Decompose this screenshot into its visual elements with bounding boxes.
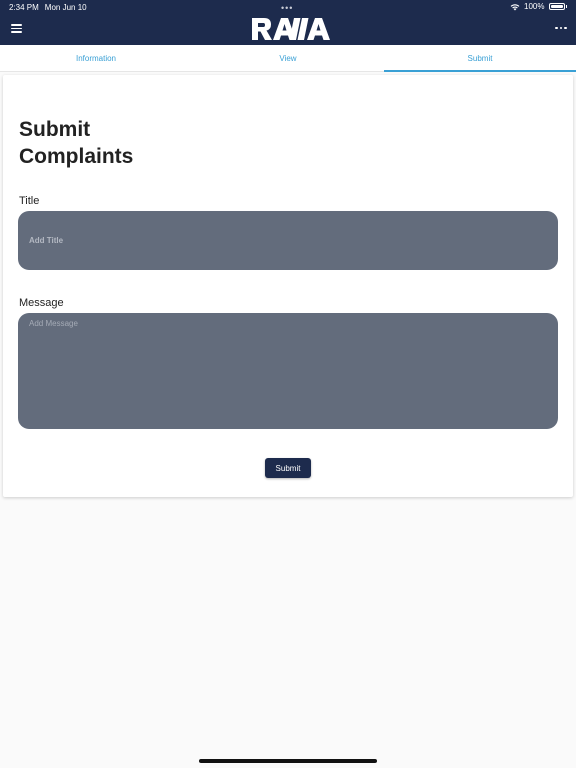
home-indicator[interactable] [199,759,377,763]
status-date: Mon Jun 10 [44,3,87,12]
tab-submit[interactable]: Submit [384,45,576,72]
more-horizontal-icon[interactable] [555,26,567,30]
complaint-form-card: Submit Complaints Title Message Submit [3,75,573,497]
app-header: 2:34 PM Mon Jun 10 ••• 100% [0,0,576,45]
message-input[interactable] [18,313,558,429]
battery-percentage: 100% [524,2,545,11]
status-bar-right: 100% [510,2,567,11]
multitasking-dots[interactable]: ••• [281,3,293,13]
status-bar-left: 2:34 PM Mon Jun 10 [9,3,87,12]
page-title: Submit Complaints [19,118,134,168]
tab-bar: Information View Submit [0,45,576,72]
status-time: 2:34 PM [9,3,39,12]
tab-view[interactable]: View [192,45,384,71]
wifi-icon [510,3,520,10]
tab-information[interactable]: Information [0,45,192,71]
message-label: Message [19,297,64,309]
raya-logo [252,18,330,40]
battery-icon [548,3,565,10]
battery-tip [565,5,567,8]
title-input[interactable] [18,211,558,270]
hamburger-menu-icon[interactable] [11,24,22,33]
submit-button[interactable]: Submit [265,458,311,478]
title-label: Title [19,195,40,207]
